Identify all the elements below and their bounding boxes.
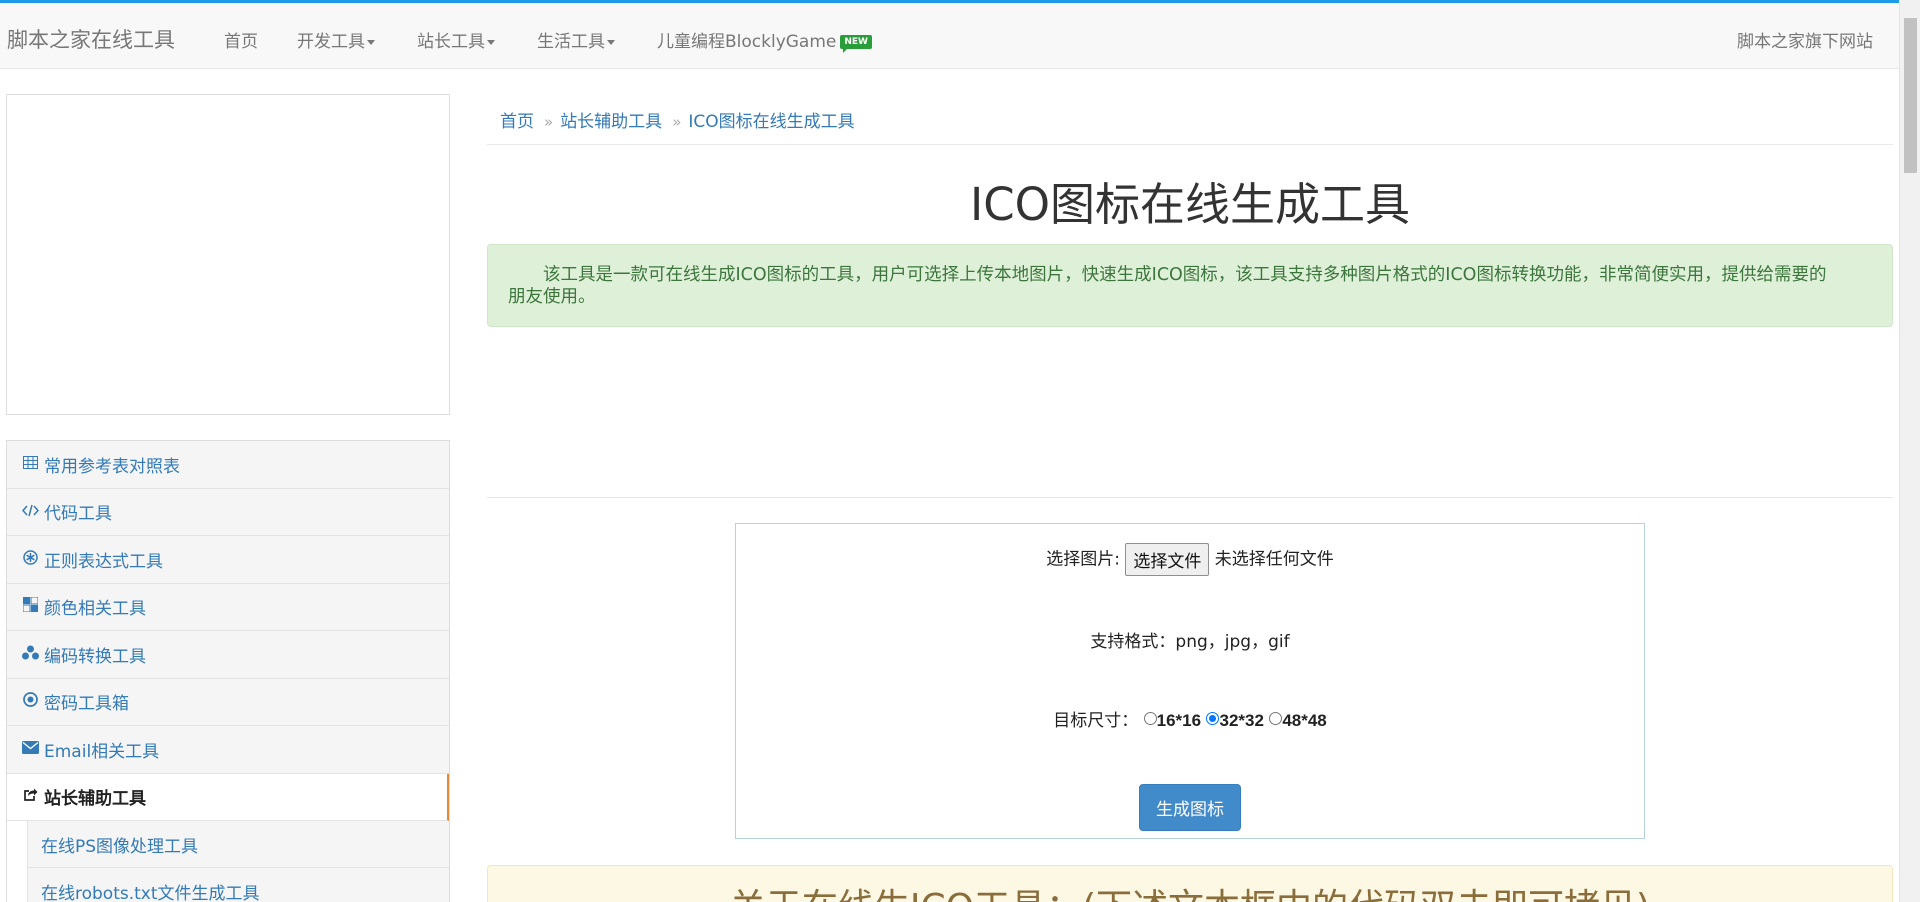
nav-life-tools-label: 生活工具: [537, 32, 605, 52]
intro-alert: 该工具是一款可在线生成ICO图标的工具，用户可选择上传本地图片，快速生成ICO图…: [487, 244, 1893, 327]
cubes-icon: [20, 645, 40, 664]
breadcrumb-separator: »: [544, 113, 554, 131]
size-48-label[interactable]: 48*48: [1282, 711, 1326, 730]
caret-down-icon: [367, 39, 375, 45]
breadcrumb: 首页 » 站长辅助工具 » ICO图标在线生成工具: [500, 107, 855, 132]
breadcrumb-separator: »: [672, 113, 682, 131]
sidebar-subitem-label: 在线robots.txt文件生成工具: [41, 883, 260, 902]
size-16-radio[interactable]: [1143, 712, 1157, 725]
sidebar-subitem-label: 在线PS图像处理工具: [41, 836, 199, 857]
share-icon: [20, 787, 40, 806]
about-title: 关于在线生ICO工具：(下述文本框中的代码双击即可拷贝): [730, 887, 1650, 902]
choose-image-label: 选择图片:: [1046, 549, 1120, 570]
nav-dev-tools-dropdown[interactable]: 开发工具: [297, 27, 375, 52]
envelope-icon: [20, 740, 40, 758]
sidebar-subitem-robots-tool[interactable]: 在线robots.txt文件生成工具: [27, 868, 449, 902]
top-navbar: 脚本之家在线工具 首页 开发工具 站长工具 生活工具 儿童编程BlocklyGa…: [0, 0, 1899, 69]
page-scrollbar[interactable]: [1899, 0, 1920, 902]
size-16-label[interactable]: 16*16: [1157, 711, 1201, 730]
target-icon: [20, 692, 40, 711]
divider: [487, 497, 1893, 498]
breadcrumb-webmaster-tools[interactable]: 站长辅助工具: [560, 112, 662, 132]
scrollbar-thumb[interactable]: [1904, 18, 1917, 173]
sidebar-item-label: 正则表达式工具: [44, 551, 163, 572]
sidebar-item-webmaster-tools[interactable]: 站长辅助工具: [7, 773, 449, 821]
asterisk-icon: [20, 550, 40, 569]
caret-down-icon: [607, 39, 615, 45]
ad-placeholder: [6, 94, 450, 415]
sidebar-item-label: 站长辅助工具: [44, 789, 146, 810]
about-panel: 关于在线生ICO工具：(下述文本框中的代码双击即可拷贝): [487, 865, 1893, 902]
nav-blockly-game-label: 儿童编程BlocklyGame: [657, 32, 837, 52]
sidebar-item-code-tools[interactable]: 代码工具: [7, 488, 449, 536]
nav-sister-sites[interactable]: 脚本之家旗下网站: [1737, 27, 1873, 52]
ico-generator-form: 选择图片: 选择文件 未选择任何文件 支持格式：png，jpg，gif 目标尺寸…: [735, 523, 1645, 839]
nav-webmaster-tools-label: 站长工具: [417, 32, 485, 52]
nav-home[interactable]: 首页: [224, 27, 258, 52]
file-select-row: 选择图片: 选择文件 未选择任何文件: [736, 543, 1644, 576]
sidebar-item-label: 密码工具箱: [44, 694, 129, 715]
nav-webmaster-tools-dropdown[interactable]: 站长工具: [417, 27, 495, 52]
size-row: 目标尺寸： 16*16 32*32 48*48: [736, 706, 1644, 731]
sidebar-item-regex-tools[interactable]: 正则表达式工具: [7, 536, 449, 584]
new-badge: NEW: [840, 35, 872, 53]
code-icon: [20, 503, 40, 521]
generate-row: 生成图标: [736, 784, 1644, 831]
nav-dev-tools-label: 开发工具: [297, 32, 365, 52]
color-icon: [20, 596, 40, 616]
sidebar-item-label: 代码工具: [44, 504, 112, 525]
size-32-radio[interactable]: [1206, 712, 1220, 725]
nav-blockly-game[interactable]: 儿童编程BlocklyGame NEW: [657, 27, 872, 53]
sidebar-item-label: 编码转换工具: [44, 646, 146, 667]
sidebar-item-password-tools[interactable]: 密码工具箱: [7, 678, 449, 726]
size-48-radio[interactable]: [1269, 712, 1283, 725]
supported-formats-text: 支持格式：png，jpg，gif: [1090, 632, 1290, 652]
sidebar-menu: 常用参考表对照表 代码工具 正则表达式工具 颜色相关工具 编码转换工具 密码工具…: [6, 440, 450, 902]
nav-home-label: 首页: [224, 32, 258, 52]
size-32-label[interactable]: 32*32: [1219, 711, 1263, 730]
page-title: ICO图标在线生成工具: [969, 178, 1411, 231]
caret-down-icon: [487, 39, 495, 45]
sidebar-item-label: 常用参考表对照表: [44, 456, 180, 477]
sidebar-item-reference-tables[interactable]: 常用参考表对照表: [7, 441, 449, 489]
generate-icon-button[interactable]: 生成图标: [1139, 784, 1241, 831]
choose-file-button[interactable]: 选择文件: [1125, 543, 1210, 576]
target-size-label: 目标尺寸：: [1053, 711, 1139, 731]
breadcrumb-current[interactable]: ICO图标在线生成工具: [688, 112, 854, 132]
formats-row: 支持格式：png，jpg，gif: [736, 627, 1644, 652]
sidebar-item-encoding-tools[interactable]: 编码转换工具: [7, 631, 449, 679]
sidebar-item-label: Email相关工具: [44, 741, 160, 762]
sidebar-item-email-tools[interactable]: Email相关工具: [7, 726, 449, 774]
table-icon: [20, 455, 40, 473]
sidebar-item-label: 颜色相关工具: [44, 599, 146, 620]
divider: [487, 144, 1893, 145]
sidebar-item-color-tools[interactable]: 颜色相关工具: [7, 583, 449, 631]
brand-link[interactable]: 脚本之家在线工具: [7, 24, 175, 54]
file-status-text: 未选择任何文件: [1214, 549, 1334, 570]
breadcrumb-home[interactable]: 首页: [500, 112, 534, 132]
sidebar-subitem-ps-tool[interactable]: 在线PS图像处理工具: [27, 821, 449, 868]
nav-life-tools-dropdown[interactable]: 生活工具: [537, 27, 615, 52]
